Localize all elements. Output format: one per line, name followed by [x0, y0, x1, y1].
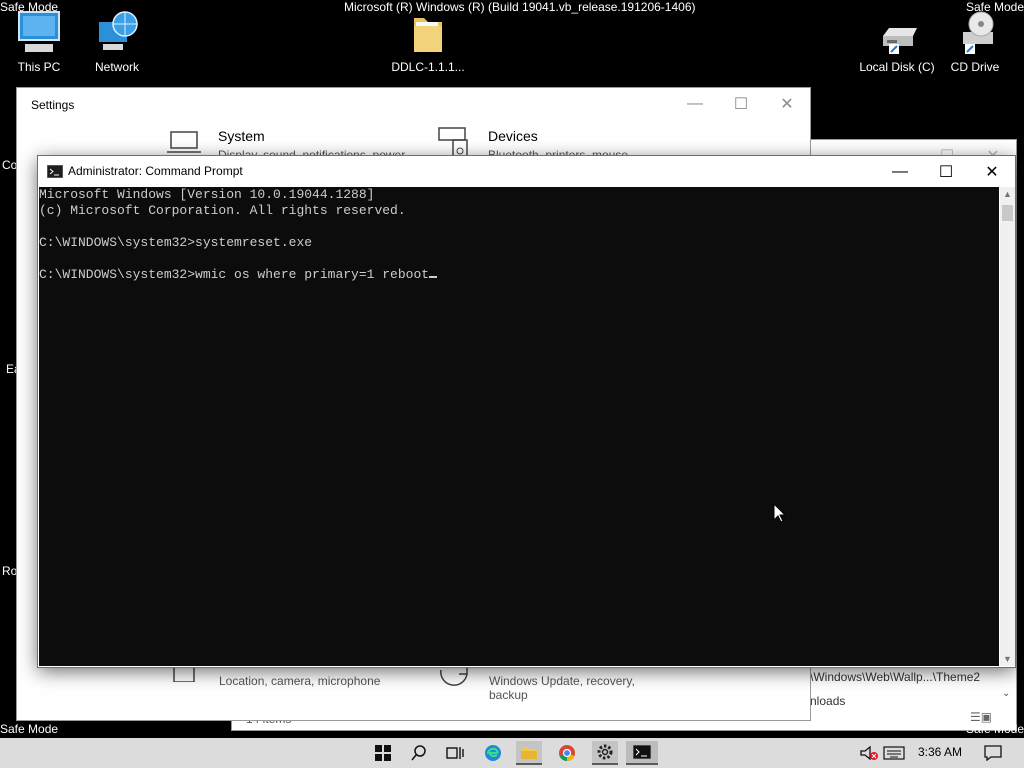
laptop-icon [167, 130, 201, 157]
desktop-icon-label: CD Drive [950, 60, 1000, 74]
settings-item-sub: Location, camera, microphone [219, 674, 381, 688]
safe-mode-watermark-bottom-right: Safe Mode [965, 722, 1024, 736]
taskbar: 3:36 AM [0, 738, 1024, 768]
settings-title: Settings [31, 98, 75, 112]
desktop-icon-label: DDLC-1.1.1... [391, 60, 465, 74]
desktop-icon-this-pc[interactable]: This PC [0, 10, 78, 74]
desktop-icon-local-disk[interactable]: Local Disk (C) [858, 10, 936, 74]
cd-drive-icon [951, 10, 999, 56]
network-globe-icon [93, 10, 141, 56]
terminal-current-command: C:\WINDOWS\system32>wmic os where primar… [39, 267, 430, 282]
mouse-cursor-icon [773, 502, 787, 528]
task-view-icon[interactable] [442, 741, 468, 765]
hard-drive-icon [873, 10, 921, 56]
scroll-up-icon[interactable]: ▲ [1003, 189, 1012, 199]
notifications-icon[interactable] [980, 741, 1006, 765]
minimize-button[interactable]: — [877, 156, 923, 187]
edge-icon[interactable] [480, 741, 506, 765]
close-button[interactable]: ✕ [969, 156, 1015, 187]
command-prompt-taskbar-icon[interactable] [626, 741, 658, 765]
close-button[interactable]: ✕ [764, 88, 810, 119]
text-cursor [429, 276, 438, 278]
desktop-icon-label: Local Disk (C) [859, 60, 935, 74]
file-explorer-icon[interactable] [516, 741, 542, 765]
clock[interactable]: 3:36 AM [918, 745, 962, 759]
desktop-icon-ddlc-folder[interactable]: DDLC-1.1.1... [389, 10, 467, 74]
start-icon[interactable] [370, 741, 396, 765]
computer-icon [15, 10, 63, 56]
safe-mode-watermark-bottom-left: Safe Mode [0, 722, 59, 736]
search-icon[interactable] [406, 741, 432, 765]
cmd-titlebar[interactable]: Administrator: Command Prompt — ☐ ✕ [38, 156, 1015, 187]
settings-item-sub: Windows Update, recovery, backup [489, 674, 635, 702]
terminal-line: C:\WINDOWS\system32>systemreset.exe [39, 235, 313, 250]
keyboard-icon[interactable] [880, 741, 908, 765]
explorer-downloads-label[interactable]: nloads [810, 694, 845, 708]
settings-item-label: Devices [488, 128, 538, 144]
settings-item-label: System [218, 128, 265, 144]
terminal-line: Microsoft Windows [Version 10.0.19044.12… [39, 187, 375, 202]
command-prompt-window[interactable]: Administrator: Command Prompt — ☐ ✕ Micr… [38, 156, 1015, 667]
terminal-line: (c) Microsoft Corporation. All rights re… [39, 203, 406, 218]
desktop-icon-label: This PC [17, 60, 61, 74]
desktop-icon-cd-drive[interactable]: CD Drive [936, 10, 1014, 74]
settings-gear-icon[interactable] [592, 741, 618, 765]
scroll-down-icon[interactable]: ⌄ [1002, 688, 1010, 699]
scroll-down-icon[interactable]: ▼ [1003, 654, 1012, 664]
terminal-scrollbar[interactable]: ▲ ▼ [1000, 187, 1015, 666]
explorer-address-path[interactable]: \Windows\Web\Wallp...\Theme2 [810, 670, 980, 684]
settings-item-sub: Display, sound, notifications, power [218, 148, 406, 156]
folder-icon [404, 10, 452, 56]
desktop-icon-label: Network [94, 60, 139, 74]
maximize-button[interactable]: ☐ [923, 156, 969, 187]
desktop-icon-network[interactable]: Network [78, 10, 156, 74]
desktop-partial-label: Co [2, 158, 18, 172]
minimize-button[interactable]: — [672, 88, 718, 119]
maximize-button[interactable]: ☐ [718, 88, 764, 119]
command-prompt-icon [46, 164, 64, 183]
scrollbar-thumb[interactable] [1002, 205, 1013, 221]
terminal-output[interactable]: Microsoft Windows [Version 10.0.19044.12… [39, 187, 999, 666]
settings-item-sub: Bluetooth, printers, mouse [488, 148, 629, 156]
desktop-partial-label: Ro [2, 564, 18, 578]
cmd-title: Administrator: Command Prompt [68, 164, 243, 178]
chrome-icon[interactable] [554, 741, 580, 765]
terminal-input-line[interactable]: C:\WINDOWS\system32>wmic os where primar… [39, 267, 999, 283]
volume-muted-icon[interactable] [856, 741, 882, 765]
